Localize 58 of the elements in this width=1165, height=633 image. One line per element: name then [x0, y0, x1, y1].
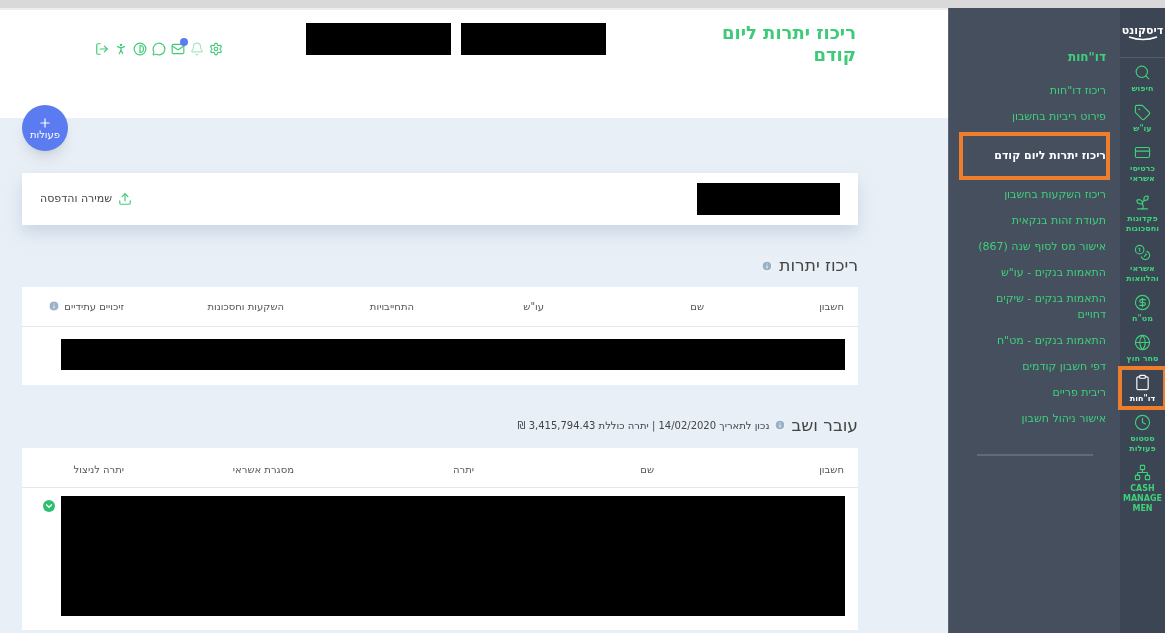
- rail-nav-item[interactable]: כרטיסי אשראי: [1120, 138, 1165, 188]
- submenu-item[interactable]: התאמות בנקים - עו"ש: [963, 260, 1106, 286]
- submenu-item[interactable]: אישור מס לסוף שנה (867): [963, 234, 1106, 260]
- save-print-button[interactable]: שמירה והדפסה: [40, 190, 132, 208]
- column-header: זיכויים עתידיים: [64, 299, 124, 314]
- submenu-item[interactable]: ריבית פריים: [963, 380, 1106, 406]
- submenu-item[interactable]: תעודת זהות בנקאית: [963, 208, 1106, 234]
- rail-nav-item[interactable]: סטטוס פעולות: [1120, 408, 1165, 458]
- rail-nav-item[interactable]: עו"ש: [1120, 98, 1165, 138]
- section-title: עובר ושב: [791, 413, 858, 437]
- info-icon: [774, 419, 787, 432]
- accessibility-icon[interactable]: [114, 42, 128, 56]
- submenu-item[interactable]: אישור ניהול חשבון: [963, 406, 1106, 432]
- column-header: יתרה לניצול: [73, 463, 124, 475]
- chat-icon[interactable]: [152, 42, 166, 56]
- column-header: השקעות וחסכונות: [207, 299, 284, 314]
- dollar-icon: [1134, 294, 1151, 311]
- settings-icon[interactable]: [209, 42, 223, 56]
- submenu-title: דו"חות: [1067, 49, 1106, 66]
- plus-icon: [38, 116, 52, 130]
- card-icon: [1134, 144, 1151, 161]
- submenu-item[interactable]: התאמות בנקים - שיקים דחויים: [963, 286, 1106, 328]
- rail-nav-item[interactable]: דו"חות: [1120, 368, 1165, 408]
- column-header: חשבון: [819, 463, 844, 475]
- coins-icon: [1134, 244, 1151, 261]
- actions-button[interactable]: פעולות: [22, 105, 68, 151]
- column-header: שם: [690, 299, 704, 314]
- search-icon: [1134, 64, 1151, 81]
- tag-icon: [1134, 104, 1151, 121]
- column-header: התחייבויות: [369, 299, 414, 314]
- rail-nav-item[interactable]: אשראי והלוואות: [1120, 238, 1165, 288]
- rail-nav-item[interactable]: CASH MANAGEMEN: [1120, 458, 1165, 518]
- submenu-item[interactable]: ריכוז השקעות בחשבון: [963, 182, 1106, 208]
- page-title: ריכוז יתרות ליום קודם: [720, 22, 856, 66]
- column-header: מסגרת אשראי: [232, 463, 294, 475]
- clipboard-icon: [1134, 374, 1151, 391]
- balance-note: נכון לתאריך 14/02/2020 | יתרה כוללת 3,415,794.43 ₪: [517, 418, 770, 433]
- clock-icon: [1134, 414, 1151, 431]
- submenu-item[interactable]: דפי חשבון קודמים: [963, 354, 1106, 380]
- rail-nav-item[interactable]: חיפוש: [1120, 58, 1165, 98]
- submenu-item[interactable]: ריכוז דו"חות: [963, 78, 1106, 104]
- column-header: שם: [640, 463, 654, 475]
- rail-nav-item[interactable]: מט"ח: [1120, 288, 1165, 328]
- column-header: יתרה: [453, 463, 474, 475]
- info-icon: [48, 300, 61, 312]
- globe-icon: [1134, 334, 1151, 351]
- section-title: ריכוז יתרות: [779, 254, 858, 277]
- upload-icon: [118, 192, 132, 206]
- rail-nav-item[interactable]: סחר חוץ: [1120, 328, 1165, 368]
- column-header: עו"ש: [523, 299, 544, 314]
- submenu-item[interactable]: התאמות בנקים - מט"ח: [963, 328, 1106, 354]
- rail-nav-item[interactable]: פקדונות וחסכונות: [1120, 188, 1165, 238]
- logout-icon[interactable]: [95, 42, 109, 56]
- column-header: חשבון: [819, 299, 844, 314]
- network-icon: [1134, 464, 1151, 481]
- submenu-item[interactable]: פירוט ריביות בחשבון: [963, 104, 1106, 130]
- info-icon: [761, 259, 774, 272]
- sprout-icon: [1134, 194, 1151, 211]
